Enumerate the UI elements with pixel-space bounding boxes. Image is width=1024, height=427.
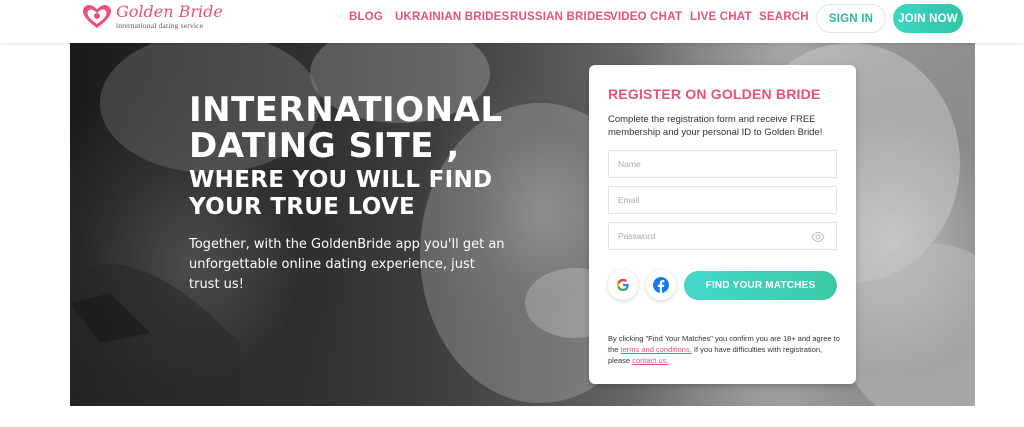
facebook-login-button[interactable] [646,270,676,300]
logo-title: Golden Bride [116,2,223,22]
email-field[interactable] [608,186,837,214]
sign-in-button[interactable]: SIGN IN [816,4,886,33]
name-field[interactable] [608,150,837,178]
google-login-button[interactable] [608,270,638,300]
email-input[interactable] [609,187,836,213]
logo-subtitle: international dating service [116,21,204,31]
hero-subheadline: WHERE YOU WILL FIND YOUR TRUE LOVE [189,167,493,220]
password-input[interactable] [609,223,836,249]
registration-title: REGISTER ON GOLDEN BRIDE [608,86,821,102]
logo[interactable]: Golden Bride international dating servic… [82,4,223,30]
hero-headline: INTERNATIONAL DATING SITE , [189,90,503,166]
hero-description: Together, with the GoldenBride app you'l… [189,237,505,292]
heart-logo-icon [83,5,111,28]
nav-russian-brides[interactable]: RUSSIAN BRIDES [510,11,611,23]
site-header: Golden Bride international dating servic… [0,0,1024,43]
nav-live-chat[interactable]: LIVE CHAT [690,11,752,23]
eye-icon[interactable] [811,231,825,243]
registration-legal: By clicking "Find Your Matches" you conf… [608,333,840,366]
nav-blog[interactable]: BLOG [349,11,383,23]
terms-link[interactable]: terms and conditions. [621,345,692,354]
nav-video-chat[interactable]: VIDEO CHAT [610,11,682,23]
name-input[interactable] [609,151,836,177]
google-icon [616,278,629,291]
find-your-matches-button[interactable]: FIND YOUR MATCHES [684,271,837,300]
facebook-icon [653,277,669,293]
registration-description: Complete the registration form and recei… [608,114,823,138]
contact-us-link[interactable]: contact us. [632,356,668,365]
password-field[interactable] [608,222,837,250]
nav-search[interactable]: SEARCH [759,11,809,23]
nav-ukrainian-brides[interactable]: UKRAINIAN BRIDES [395,11,509,23]
registration-card: REGISTER ON GOLDEN BRIDE Complete the re… [589,65,856,384]
join-now-button[interactable]: JOIN NOW [893,4,963,33]
